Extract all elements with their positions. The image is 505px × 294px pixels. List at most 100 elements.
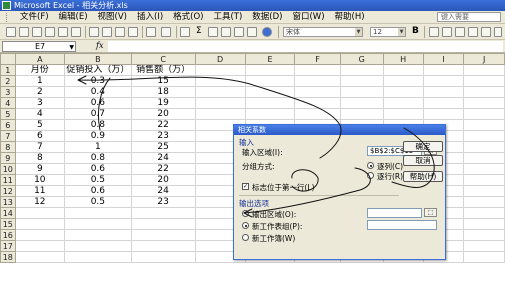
cell[interactable] — [463, 64, 505, 76]
cell[interactable] — [463, 152, 505, 164]
cell[interactable] — [382, 86, 424, 98]
by-rows-radio[interactable] — [367, 172, 374, 179]
cell[interactable] — [463, 229, 505, 241]
menu-format[interactable]: 格式(O) — [169, 11, 207, 23]
column-header[interactable]: J — [463, 53, 505, 65]
cell[interactable]: 24 — [130, 152, 196, 164]
cell[interactable]: 22 — [130, 119, 196, 131]
cell[interactable] — [14, 207, 66, 219]
cell[interactable]: 0.3 — [64, 75, 132, 87]
toolbar-options-icon[interactable] — [494, 27, 502, 37]
cell[interactable] — [382, 75, 424, 87]
cell[interactable] — [463, 251, 505, 263]
cell[interactable] — [339, 75, 384, 87]
cell[interactable] — [64, 240, 132, 252]
row-header[interactable]: 6 — [0, 119, 16, 131]
cell[interactable]: 11 — [14, 185, 66, 197]
row-header[interactable]: 18 — [0, 251, 16, 263]
cell[interactable]: 4 — [14, 108, 66, 120]
menu-view[interactable]: 视图(V) — [94, 11, 131, 23]
paste-icon[interactable] — [128, 27, 138, 37]
cell[interactable] — [382, 64, 424, 76]
align-center-icon[interactable] — [442, 27, 452, 37]
cell[interactable] — [14, 218, 66, 230]
undo-icon[interactable] — [146, 27, 156, 37]
cell[interactable] — [294, 64, 341, 76]
header-cell[interactable]: 销售额（万） — [130, 64, 196, 76]
menu-window[interactable]: 窗口(W) — [288, 11, 328, 23]
cell[interactable] — [294, 75, 341, 87]
cell[interactable] — [64, 218, 132, 230]
row-header[interactable]: 7 — [0, 130, 16, 142]
cell[interactable]: 0.4 — [64, 86, 132, 98]
hyperlink-icon[interactable] — [180, 27, 190, 37]
by-columns-radio[interactable] — [367, 162, 374, 169]
row-header[interactable]: 16 — [0, 229, 16, 241]
menu-file[interactable]: 文件(F) — [16, 11, 53, 23]
cell[interactable] — [463, 141, 505, 153]
cell[interactable] — [194, 64, 246, 76]
align-right-icon[interactable] — [455, 27, 465, 37]
cell[interactable]: 0.8 — [64, 119, 132, 131]
cell[interactable]: 23 — [130, 130, 196, 142]
menu-help[interactable]: 帮助(H) — [331, 11, 369, 23]
cell[interactable] — [130, 207, 196, 219]
cell[interactable] — [422, 86, 465, 98]
autosum-icon[interactable]: Σ — [196, 26, 202, 36]
help-question-box[interactable]: 键入需要 — [437, 12, 501, 22]
currency-icon[interactable] — [481, 27, 491, 37]
ok-button[interactable]: 确定 — [403, 141, 443, 152]
print-preview-icon[interactable] — [71, 27, 81, 37]
cell[interactable] — [463, 174, 505, 186]
row-header[interactable]: 4 — [0, 97, 16, 109]
merge-center-icon[interactable] — [468, 27, 478, 37]
column-header[interactable]: I — [422, 53, 465, 65]
cell[interactable] — [130, 251, 196, 263]
cell[interactable]: 0.5 — [64, 196, 132, 208]
cell[interactable]: 22 — [130, 163, 196, 175]
chart-wizard-icon[interactable] — [234, 27, 244, 37]
new-worksheet-radio[interactable] — [242, 222, 249, 229]
cell[interactable]: 6 — [14, 130, 66, 142]
cell[interactable] — [382, 108, 424, 120]
cell[interactable] — [130, 240, 196, 252]
cell[interactable] — [339, 108, 384, 120]
cell[interactable]: 0.7 — [64, 108, 132, 120]
save-icon[interactable] — [32, 27, 42, 37]
cell[interactable]: 3 — [14, 97, 66, 109]
cell[interactable]: 12 — [14, 196, 66, 208]
cell[interactable] — [339, 64, 384, 76]
cell[interactable] — [64, 207, 132, 219]
row-header[interactable]: 3 — [0, 86, 16, 98]
help-icon[interactable] — [262, 27, 272, 37]
cell[interactable] — [294, 108, 341, 120]
output-range-radio[interactable] — [242, 210, 249, 217]
row-header[interactable]: 12 — [0, 185, 16, 197]
cell[interactable]: 7 — [14, 141, 66, 153]
cell[interactable] — [294, 86, 341, 98]
cell[interactable] — [463, 97, 505, 109]
print-icon[interactable] — [58, 27, 68, 37]
cell[interactable]: 19 — [130, 97, 196, 109]
cell[interactable]: 0.9 — [64, 130, 132, 142]
cell[interactable]: 25 — [130, 141, 196, 153]
font-name-select[interactable]: 宋体 ▼ — [283, 27, 363, 37]
redo-icon[interactable] — [161, 27, 171, 37]
column-header[interactable]: A — [14, 53, 66, 65]
cell[interactable] — [14, 251, 66, 263]
cell[interactable]: 0.5 — [64, 174, 132, 186]
cell[interactable]: 8 — [14, 152, 66, 164]
cell[interactable] — [194, 97, 246, 109]
cell[interactable] — [463, 163, 505, 175]
cell[interactable]: 1 — [64, 141, 132, 153]
sort-descending-icon[interactable] — [221, 27, 231, 37]
cell[interactable] — [194, 86, 246, 98]
cell[interactable] — [64, 251, 132, 263]
select-all-corner[interactable] — [0, 53, 16, 65]
cell[interactable]: 20 — [130, 108, 196, 120]
cell[interactable]: 15 — [130, 75, 196, 87]
cell[interactable] — [463, 75, 505, 87]
cell[interactable]: 10 — [14, 174, 66, 186]
cell[interactable]: 20 — [130, 174, 196, 186]
column-header[interactable]: D — [194, 53, 246, 65]
